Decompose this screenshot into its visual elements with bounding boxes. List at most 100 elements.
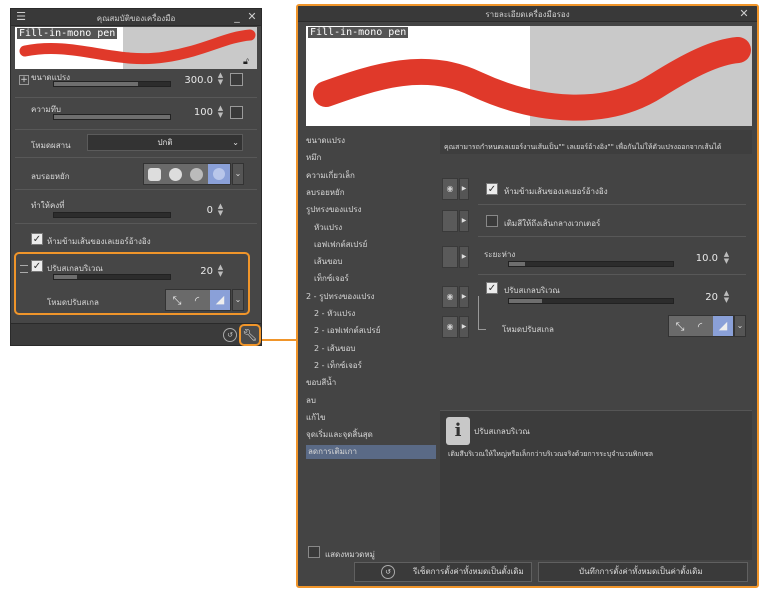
- anti-alias-weak-icon[interactable]: [169, 168, 182, 181]
- area-scaling-checkbox[interactable]: ✓: [486, 282, 498, 294]
- anti-alias-strong-icon[interactable]: [208, 164, 230, 184]
- chevron-down-icon[interactable]: ⌄: [232, 163, 244, 185]
- stabilization-value[interactable]: 0: [191, 205, 213, 216]
- spin-icon[interactable]: ▲ ▼: [216, 264, 225, 279]
- play-icon[interactable]: ▶: [459, 246, 469, 268]
- category-item[interactable]: ลบ: [306, 394, 316, 408]
- wrench-icon[interactable]: 🔧︎: [239, 324, 261, 346]
- scale-square-icon[interactable]: ⤡: [672, 319, 688, 335]
- anti-alias-medium-icon[interactable]: [190, 168, 203, 181]
- category-item[interactable]: จุดเริ่มและจุดสิ้นสุด: [306, 428, 373, 442]
- eye-icon[interactable]: ◉: [442, 316, 458, 338]
- help-area: i ปรับสเกลบริเวณ เติมสีบริเวณให้ใหญ่หรือ…: [440, 410, 752, 560]
- divider: [15, 157, 257, 158]
- scale-mode-selector[interactable]: ⤡ ◜ ◢: [668, 315, 734, 337]
- pressure-settings-button[interactable]: [230, 73, 243, 86]
- scale-fill-icon[interactable]: ◢: [210, 290, 230, 310]
- divider: [478, 204, 746, 205]
- category-item[interactable]: 2 - เส้นขอบ: [314, 342, 356, 356]
- scale-mode-label: โหมดปรับสเกล: [502, 325, 554, 334]
- chevron-down-icon[interactable]: ⌄: [232, 289, 244, 311]
- area-scaling-slider[interactable]: [508, 298, 674, 304]
- divider: [15, 189, 257, 190]
- brush-size-slider[interactable]: [53, 81, 171, 87]
- scale-square-icon[interactable]: ⤡: [169, 293, 185, 309]
- stabilization-label: ทำให้คงที่: [31, 201, 65, 210]
- help-text: เติมสีบริเวณให้ใหญ่หรือเล็กกว่าบริเวณจริ…: [448, 450, 654, 458]
- category-item[interactable]: 2 - เอฟเฟกต์สเปรย์: [314, 324, 380, 338]
- link-line: [478, 329, 486, 330]
- chevron-down-icon[interactable]: ⌄: [734, 315, 746, 337]
- show-all-checkbox[interactable]: [308, 546, 320, 558]
- lock-icon[interactable]: 🔓︎: [243, 57, 249, 67]
- spin-icon[interactable]: ▲ ▼: [216, 72, 225, 87]
- category-item[interactable]: หัวแปรง: [314, 221, 342, 235]
- expand-icon[interactable]: +: [19, 75, 29, 85]
- category-item[interactable]: ความเกี่ยวเล็ก: [306, 169, 355, 183]
- area-scaling-slider[interactable]: [53, 274, 171, 280]
- play-icon[interactable]: ▶: [459, 178, 469, 200]
- thickness-value[interactable]: 100: [183, 107, 213, 118]
- visibility-toggle[interactable]: [442, 246, 458, 268]
- category-item[interactable]: ลบรอยหยัก: [306, 186, 345, 200]
- pressure-settings-button[interactable]: [230, 106, 243, 119]
- reset-icon[interactable]: ↺: [223, 328, 237, 342]
- spin-icon[interactable]: ▲ ▼: [722, 290, 731, 305]
- spin-icon[interactable]: ▲ ▼: [216, 203, 225, 218]
- stabilization-slider[interactable]: [53, 212, 171, 218]
- divider: [478, 236, 746, 237]
- scale-mode-selector[interactable]: ⤡ ◜ ◢: [165, 289, 231, 311]
- visibility-toggle[interactable]: [442, 210, 458, 232]
- reset-all-button[interactable]: ↺ รีเซ็ตการตั้งค่าทั้งหมดเป็นตั้งเดิม: [354, 562, 532, 582]
- eye-icon[interactable]: ◉: [442, 178, 458, 200]
- minimize-icon[interactable]: _: [231, 11, 243, 23]
- close-icon[interactable]: ✕: [738, 8, 750, 20]
- gap-label: ระยะห่าง: [484, 250, 516, 259]
- eye-icon[interactable]: ◉: [442, 286, 458, 308]
- blend-mode-dropdown[interactable]: ปกติ ⌄: [87, 134, 243, 151]
- category-item[interactable]: 2 - หัวแปรง: [314, 307, 355, 321]
- play-icon[interactable]: ▶: [459, 210, 469, 232]
- play-icon[interactable]: ▶: [459, 316, 469, 338]
- category-item[interactable]: รูปทรงของแปรง: [306, 203, 361, 217]
- scale-fill-icon[interactable]: ◢: [713, 316, 733, 336]
- anti-alias-selector[interactable]: [143, 163, 231, 185]
- thickness-slider[interactable]: [53, 114, 171, 120]
- area-scaling-value[interactable]: 20: [191, 266, 213, 277]
- brush-preview: Fill-in-mono pen 🔓︎: [15, 27, 257, 69]
- brush-size-value[interactable]: 300.0: [183, 75, 213, 86]
- divider: [478, 274, 746, 275]
- reset-all-label: รีเซ็ตการตั้งค่าทั้งหมดเป็นตั้งเดิม: [413, 567, 524, 576]
- anti-alias-none-icon[interactable]: [148, 168, 161, 181]
- category-item[interactable]: แก้ไข: [306, 411, 326, 425]
- area-scaling-label: ปรับสเกลบริเวณ: [504, 286, 560, 295]
- category-item[interactable]: เส้นขอบ: [314, 255, 342, 269]
- category-item[interactable]: 2 - รูปทรงของแปรง: [306, 290, 375, 304]
- area-scaling-checkbox[interactable]: ✓: [31, 260, 43, 272]
- spin-icon[interactable]: ▲ ▼: [216, 105, 225, 120]
- collapse-icon[interactable]: [20, 265, 28, 273]
- close-icon[interactable]: ✕: [246, 11, 258, 23]
- play-icon[interactable]: ▶: [459, 286, 469, 308]
- no-cross-ref-checkbox[interactable]: ✓: [31, 233, 43, 245]
- spin-icon[interactable]: ▲ ▼: [722, 251, 731, 266]
- fill-closed-checkbox[interactable]: [486, 215, 498, 227]
- register-default-button[interactable]: บันทึกการตั้งค่าทั้งหมดเป็นค่าตั้งเดิม: [538, 562, 748, 582]
- preview-label: Fill-in-mono pen: [308, 27, 409, 38]
- no-cross-ref-label: ห้ามข้ามเส้นของเลเยอร์อ้างอิง: [504, 187, 608, 196]
- gap-value[interactable]: 10.0: [688, 253, 718, 264]
- category-item[interactable]: 2 - เท็กซ์เจอร์: [314, 359, 362, 373]
- gap-slider[interactable]: [508, 261, 674, 267]
- category-item[interactable]: ขอบสีน้ำ: [306, 376, 336, 390]
- reset-icon: ↺: [381, 565, 395, 579]
- category-item[interactable]: เท็กซ์เจอร์: [314, 272, 349, 286]
- scale-round-icon[interactable]: ◜: [692, 319, 708, 335]
- category-item[interactable]: เอฟเฟกต์สเปรย์: [314, 238, 367, 252]
- category-item[interactable]: หมึก: [306, 151, 321, 165]
- category-item[interactable]: ขนาดแปรง: [306, 134, 345, 148]
- category-item[interactable]: ลดการเติมเกา: [306, 445, 436, 460]
- scale-round-icon[interactable]: ◜: [189, 293, 205, 309]
- no-cross-ref-checkbox[interactable]: ✓: [486, 183, 498, 195]
- info-text: คุณสามารถกำหนดเลเยอร์งานเส้นเป็น"" เลเยอ…: [444, 143, 722, 151]
- area-scaling-value[interactable]: 20: [696, 292, 718, 303]
